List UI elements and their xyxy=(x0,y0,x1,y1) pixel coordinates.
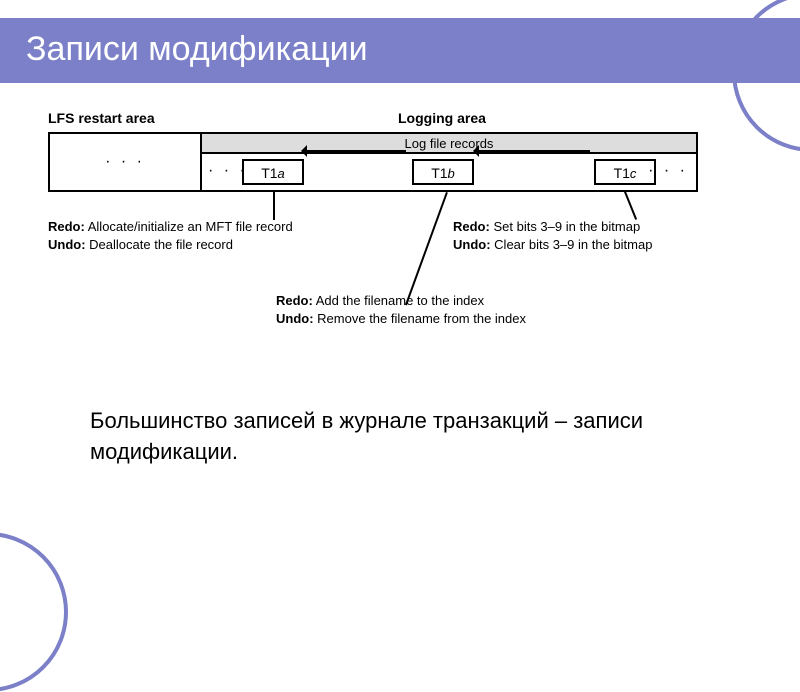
slide-title: Записи модификации xyxy=(26,30,368,69)
anno-c-redo-label: Redo: xyxy=(453,219,490,234)
anno-a-undo-text: Deallocate the file record xyxy=(89,237,233,252)
decorative-arc-bottom-left xyxy=(0,532,68,692)
record-b-suffix: b xyxy=(448,166,455,181)
label-logging-area: Logging area xyxy=(398,110,486,126)
record-a-prefix: T1 xyxy=(261,165,277,181)
record-a-suffix: a xyxy=(278,166,285,181)
annotation-c: Redo: Set bits 3–9 in the bitmap Undo: C… xyxy=(453,218,753,254)
anno-b-redo-label: Redo: xyxy=(276,293,313,308)
anno-a-redo-label: Redo: xyxy=(48,219,85,234)
leader-line-c xyxy=(624,191,637,220)
title-band: Записи модификации xyxy=(0,18,800,80)
records-body: · · · T1a T1b T1c · · · xyxy=(202,154,696,190)
anno-a-undo-label: Undo: xyxy=(48,237,86,252)
anno-c-redo-text: Set bits 3–9 in the bitmap xyxy=(493,219,640,234)
annotation-a: Redo: Allocate/initialize an MFT file re… xyxy=(48,218,378,254)
body-text: Большинство записей в журнале транзакций… xyxy=(90,406,710,468)
record-c-prefix: T1 xyxy=(614,165,630,181)
anno-b-undo-label: Undo: xyxy=(276,311,314,326)
record-b-prefix: T1 xyxy=(431,165,447,181)
title-underline xyxy=(0,80,800,83)
records-header: Log file records xyxy=(202,134,696,154)
restart-cell: · · · xyxy=(50,134,202,190)
log-diagram: LFS restart area Logging area · · · Log … xyxy=(48,110,752,340)
anno-c-undo-label: Undo: xyxy=(453,237,491,252)
record-t1c: T1c xyxy=(594,159,656,185)
label-restart-area: LFS restart area xyxy=(48,110,155,126)
anno-a-redo-text: Allocate/initialize an MFT file record xyxy=(88,219,293,234)
record-t1a: T1a xyxy=(242,159,304,185)
ellipsis-right: · · · xyxy=(648,162,688,180)
anno-b-redo-text: Add the filename to the index xyxy=(316,293,484,308)
record-t1b: T1b xyxy=(412,159,474,185)
arrow-c-to-b xyxy=(478,150,590,152)
leader-line-a xyxy=(273,192,275,220)
record-c-suffix: c xyxy=(630,166,637,181)
anno-b-undo-text: Remove the filename from the index xyxy=(317,311,526,326)
leader-line-b xyxy=(405,192,448,305)
arrow-b-to-a xyxy=(306,150,406,152)
log-container: · · · Log file records · · · T1a T1b T1c… xyxy=(48,132,698,192)
anno-c-undo-text: Clear bits 3–9 in the bitmap xyxy=(494,237,652,252)
annotation-b: Redo: Add the filename to the index Undo… xyxy=(276,292,636,328)
